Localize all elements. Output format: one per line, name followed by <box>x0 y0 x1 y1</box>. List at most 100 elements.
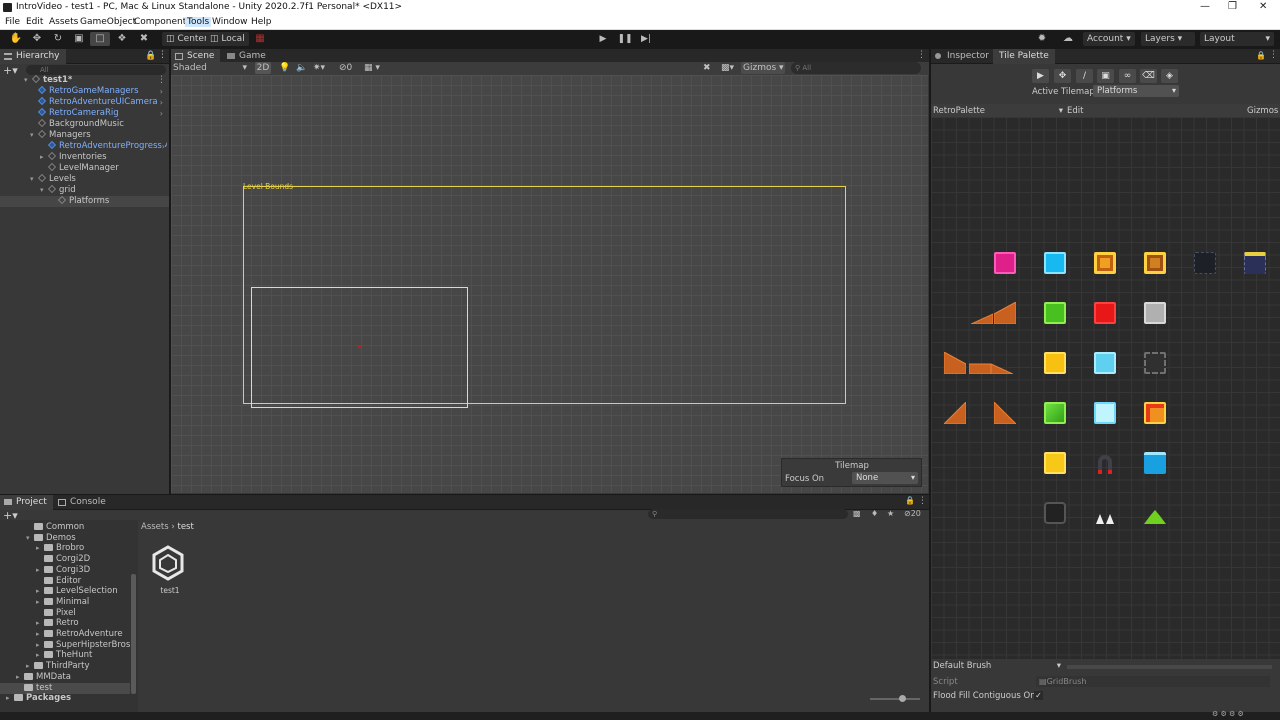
palette-edit-button[interactable]: Edit <box>1067 106 1083 116</box>
tab-console[interactable]: Console <box>54 495 112 510</box>
tab-inspector[interactable]: Inspector <box>931 49 995 64</box>
focus-on-dropdown[interactable]: None <box>852 472 918 484</box>
hierarchy-item-retrogamemanagers[interactable]: RetroGameManagers › <box>38 86 167 97</box>
favorite-icon[interactable]: ★ <box>887 509 894 518</box>
expand-arrow-icon[interactable]: ▸ <box>36 618 44 629</box>
expand-arrow-icon[interactable]: ▸ <box>6 693 14 704</box>
panel-menu-icon[interactable]: ⋮ <box>158 50 167 60</box>
expand-arrow-icon[interactable]: ▸ <box>16 672 24 683</box>
tile-green-2[interactable] <box>1044 402 1066 424</box>
tile-red[interactable] <box>1094 302 1116 324</box>
audio-toggle-icon[interactable]: 🔈 <box>296 62 307 74</box>
camera-settings-icon[interactable]: ▩▾ <box>721 62 734 74</box>
tile-ice[interactable] <box>1094 402 1116 424</box>
box-fill-icon[interactable]: ▣ <box>1097 69 1114 83</box>
hierarchy-item-backgroundmusic[interactable]: BackgroundMusic <box>38 119 124 130</box>
hidden-packages-toggle[interactable]: ⊘20 <box>904 509 921 518</box>
inspector-lock-icon[interactable]: 🔒 <box>1256 51 1266 60</box>
lock-icon[interactable]: 🔒 <box>145 51 156 61</box>
expand-arrow-icon[interactable]: ▸ <box>36 629 44 640</box>
tile-lava[interactable] <box>1144 402 1166 424</box>
expand-arrow-icon[interactable]: ▸ <box>36 650 44 661</box>
rotate-tool-icon[interactable]: ↻ <box>48 32 68 46</box>
transform-tool-icon[interactable]: ❖ <box>112 32 132 46</box>
menu-tools[interactable]: Tools <box>185 17 212 27</box>
project-tree-item[interactable]: Common <box>0 522 130 533</box>
tile-yellow-face[interactable] <box>1044 452 1066 474</box>
tab-project[interactable]: Project <box>0 495 53 510</box>
project-menu-icon[interactable]: ⋮ <box>918 496 927 506</box>
rect-tool-icon[interactable]: □ <box>90 32 110 46</box>
pivot-toggle[interactable]: ◫ Center <box>162 32 212 46</box>
tile-yellow[interactable] <box>1044 352 1066 374</box>
tree-scrollbar[interactable] <box>131 574 136 694</box>
expand-arrow-icon[interactable]: ▸ <box>36 543 44 554</box>
cloud-icon[interactable]: ☁ <box>1058 32 1078 46</box>
eraser-icon[interactable]: ⌫ <box>1140 69 1157 83</box>
move-tool-icon[interactable]: ✥ <box>27 32 47 46</box>
project-tree-item[interactable]: Editor <box>0 576 130 587</box>
scene-row-test1[interactable]: ▾ test1* <box>24 75 72 86</box>
hierarchy-item-levels[interactable]: ▾ Levels <box>30 174 76 185</box>
hand-tool-icon[interactable]: ✋ <box>6 32 26 46</box>
menu-file[interactable]: File <box>5 17 20 27</box>
scene-viewport[interactable]: Level Bounds Tilemap Focus On None <box>171 75 928 493</box>
restore-icon[interactable]: ❐ <box>1228 1 1237 12</box>
layers-dropdown[interactable]: Layers ▾ <box>1141 32 1195 46</box>
tile-cyan[interactable] <box>1044 252 1066 274</box>
project-tree-item[interactable]: Pixel <box>0 608 130 619</box>
tile-light-blue[interactable] <box>1094 352 1116 374</box>
create-add-icon[interactable]: +▾ <box>3 64 18 77</box>
tile-white-spikes[interactable] <box>1094 510 1116 524</box>
icon-size-slider-thumb[interactable] <box>899 695 906 702</box>
gizmos-dropdown[interactable]: Gizmos ▾ <box>741 62 785 74</box>
tile-gold-frame-2[interactable] <box>1144 252 1166 274</box>
scene-menu-icon[interactable]: ⋮ <box>157 75 166 85</box>
tile-green-bush[interactable] <box>1144 510 1166 524</box>
menu-edit[interactable]: Edit <box>26 17 43 27</box>
icon-size-slider[interactable] <box>870 698 920 700</box>
project-tree-item[interactable]: ▸ RetroAdventure <box>0 629 130 640</box>
active-tilemap-dropdown[interactable]: Platforms <box>1093 85 1179 97</box>
tab-hierarchy[interactable]: Hierarchy <box>0 49 66 64</box>
toggle-2d-button[interactable]: 2D <box>255 62 271 74</box>
step-button[interactable]: ▶| <box>636 32 656 46</box>
palette-dropdown[interactable]: RetroPalette ▾ <box>933 106 1063 116</box>
expand-arrow-icon[interactable]: ▸ <box>36 597 44 608</box>
hierarchy-item-inventories[interactable]: ▸ Inventories <box>40 152 107 163</box>
hierarchy-item-platforms[interactable]: Platforms <box>0 196 169 207</box>
select-tool-icon[interactable]: ▶ <box>1032 69 1049 83</box>
expand-arrow-icon[interactable]: ▸ <box>36 640 44 651</box>
flood-fill-icon[interactable]: ◈ <box>1161 69 1178 83</box>
menu-help[interactable]: Help <box>251 17 272 27</box>
move-tile-icon[interactable]: ✥ <box>1054 69 1071 83</box>
pause-button[interactable]: ❚❚ <box>615 32 635 46</box>
tile-pink[interactable] <box>994 252 1016 274</box>
project-tree-item[interactable]: test <box>0 682 130 694</box>
breadcrumb-assets[interactable]: Assets <box>141 522 169 532</box>
tile-dark[interactable] <box>1194 252 1216 274</box>
breadcrumb-test[interactable]: test <box>177 522 193 532</box>
tile-gold-frame[interactable] <box>1094 252 1116 274</box>
tab-tile-palette[interactable]: Tile Palette <box>993 49 1055 64</box>
project-tree-item[interactable]: ▸ Corgi3D <box>0 565 130 576</box>
tile-slope-end[interactable] <box>990 352 1014 375</box>
hierarchy-item-retroadventureprogress[interactable]: RetroAdventureProgressM › <box>48 141 167 152</box>
status-icons[interactable]: ⚙ ⚙ ⚙ ⚙ <box>1212 710 1244 718</box>
tile-water[interactable] <box>1144 452 1166 474</box>
hierarchy-item-managers[interactable]: ▾ Managers <box>30 130 91 141</box>
eyedropper-icon[interactable]: ∞ <box>1119 69 1136 83</box>
project-tree-item[interactable]: Corgi2D <box>0 554 130 565</box>
hierarchy-item-grid[interactable]: ▾ grid <box>40 185 76 196</box>
project-tree-item[interactable]: ▸ Retro <box>0 618 130 629</box>
expand-arrow-icon[interactable]: ▸ <box>36 565 44 576</box>
layout-dropdown[interactable]: Layout ▾ <box>1200 32 1274 46</box>
project-tree-item[interactable]: ▸ MMData <box>0 672 130 683</box>
tile-slope-right[interactable] <box>943 351 967 375</box>
menu-assets[interactable]: Assets <box>49 17 78 27</box>
menu-gameobject[interactable]: GameObject <box>80 17 136 27</box>
scene-search-input[interactable]: ⚲ All <box>791 62 921 74</box>
tile-dark-block[interactable] <box>1044 502 1066 524</box>
snap-grid-icon[interactable]: ▦ <box>250 32 270 46</box>
hierarchy-item-retroadventureuicamera[interactable]: RetroAdventureUICamera › <box>38 97 167 108</box>
